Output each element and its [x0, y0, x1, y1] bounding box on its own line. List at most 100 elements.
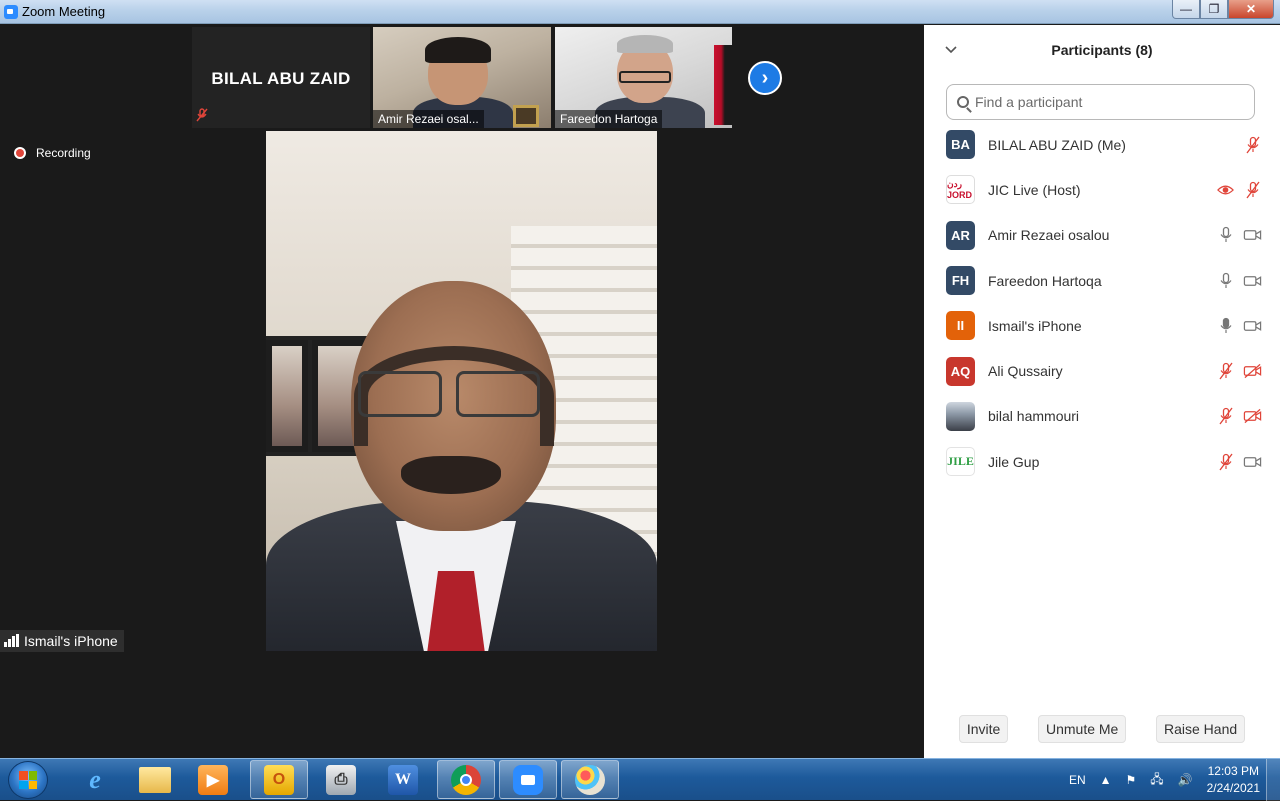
- speaker-mustache: [401, 456, 501, 494]
- unmute-me-button[interactable]: Unmute Me: [1037, 715, 1127, 743]
- raise-hand-button[interactable]: Raise Hand: [1156, 715, 1246, 743]
- participant-avatar: AR: [946, 220, 975, 250]
- thumbnail-name: Amir Rezaei osal...: [373, 110, 484, 128]
- mic-muted-icon: [1216, 452, 1235, 471]
- next-page-button[interactable]: ›: [748, 61, 782, 95]
- show-hidden-icons-icon[interactable]: ▲: [1100, 773, 1112, 787]
- volume-icon[interactable]: 🔊: [1178, 773, 1193, 787]
- invite-button[interactable]: Invite: [958, 715, 1009, 743]
- windows-taskbar: e ▶ O ⎙ W EN ▲ ⚑ 🖧 🔊 12:03 PM 2/24/2021: [0, 758, 1280, 801]
- participant-row[interactable]: bilal hammouri: [924, 394, 1280, 439]
- participant-status-icons: [1216, 271, 1262, 290]
- participant-search[interactable]: [946, 84, 1255, 120]
- thumbnail-amir-rezaei[interactable]: Amir Rezaei osal...: [373, 27, 551, 128]
- recording-indicator[interactable]: Recording: [14, 146, 91, 160]
- window-title: Zoom Meeting: [22, 4, 106, 19]
- participant-status-icons: [1216, 407, 1262, 426]
- participant-row[interactable]: AQ Ali Qussairy: [924, 348, 1280, 393]
- participant-row[interactable]: AR Amir Rezaei osalou: [924, 213, 1280, 258]
- thumbnail-name: Fareedon Hartoga: [555, 110, 663, 128]
- taskbar-file-explorer[interactable]: [126, 760, 184, 799]
- window-titlebar: Zoom Meeting — ❐ ✕: [0, 0, 1280, 24]
- video-camera-icon: [1243, 226, 1262, 245]
- taskbar-chrome[interactable]: [437, 760, 495, 799]
- taskbar-word[interactable]: W: [374, 760, 432, 799]
- mic-muted-icon: [1216, 362, 1235, 381]
- participants-title: Participants (8): [1051, 42, 1153, 58]
- folder-icon: [139, 766, 171, 793]
- thumbnail-name: BILAL ABU ZAID: [211, 69, 351, 88]
- participant-status-icons: [1216, 362, 1262, 381]
- participant-row[interactable]: BA BILAL ABU ZAID (Me): [924, 122, 1280, 167]
- taskbar-zoom[interactable]: [499, 760, 557, 799]
- zoom-app-icon: [4, 5, 18, 19]
- taskbar-fax-printer[interactable]: ⎙: [312, 760, 370, 799]
- participants-footer: Invite Unmute Me Raise Hand: [924, 715, 1280, 743]
- participant-row[interactable]: FH Fareedon Hartoqa: [924, 258, 1280, 303]
- participant-name: Amir Rezaei osalou: [988, 227, 1110, 244]
- minimize-button[interactable]: —: [1172, 0, 1200, 19]
- participant-status-icons: [1216, 180, 1262, 199]
- start-button[interactable]: [8, 761, 48, 799]
- system-tray: EN ▲ ⚑ 🖧 🔊 12:03 PM 2/24/2021: [1069, 759, 1260, 801]
- active-speaker-label: Ismail's iPhone: [0, 630, 124, 652]
- record-icon: [14, 147, 26, 159]
- taskbar-outlook[interactable]: O: [250, 760, 308, 799]
- mic-muted-icon: [1216, 407, 1235, 426]
- network-icon[interactable]: 🖧: [1150, 770, 1163, 791]
- participant-avatar: [946, 401, 975, 431]
- internet-explorer-icon: e: [89, 764, 101, 794]
- participant-name: JIC Live (Host): [988, 181, 1081, 198]
- microphone-icon: [1216, 271, 1235, 290]
- video-camera-icon: [1243, 271, 1262, 290]
- participant-avatar: II: [946, 311, 975, 341]
- participant-status-icons: [1216, 452, 1262, 471]
- participant-avatar: FH: [946, 266, 975, 296]
- maximize-button[interactable]: ❐: [1200, 0, 1228, 19]
- taskbar-paint[interactable]: [561, 760, 619, 799]
- clock[interactable]: 12:03 PM 2/24/2021: [1207, 763, 1260, 797]
- participant-row[interactable]: II Ismail's iPhone: [924, 303, 1280, 348]
- participant-avatar: JILE: [946, 447, 975, 477]
- clock-time: 12:03 PM: [1207, 764, 1259, 778]
- participant-name: Ali Qussairy: [988, 363, 1063, 380]
- video-camera-icon: [1243, 452, 1262, 471]
- thumbnail-bilal-abu-zaid[interactable]: BILAL ABU ZAID: [192, 27, 370, 128]
- printer-icon: ⎙: [326, 764, 356, 795]
- close-button[interactable]: ✕: [1228, 0, 1274, 19]
- active-speaker-name: Ismail's iPhone: [24, 633, 118, 649]
- microphone-icon: [1216, 226, 1235, 245]
- mic-muted-icon: [1243, 180, 1262, 199]
- video-camera-icon: [1243, 316, 1262, 335]
- participant-name: Jile Gup: [988, 453, 1040, 470]
- chrome-icon: [451, 764, 481, 795]
- media-player-icon: ▶: [198, 764, 228, 795]
- taskbar-internet-explorer[interactable]: e: [66, 760, 124, 799]
- participant-name: Ismail's iPhone: [988, 317, 1082, 334]
- mic-muted-icon: [196, 108, 208, 125]
- flag-decor: [714, 45, 732, 125]
- speaker-glasses: [358, 371, 540, 419]
- search-icon: [957, 96, 969, 108]
- video-off-icon: [1243, 407, 1262, 426]
- participant-name: bilal hammouri: [988, 408, 1080, 425]
- participants-header: Participants (8): [924, 25, 1280, 75]
- microphone-icon: [1216, 316, 1235, 335]
- participants-panel: Participants (8) BA BILAL ABU ZAID (Me) رد…: [924, 25, 1280, 758]
- taskbar-media-player[interactable]: ▶: [184, 760, 242, 799]
- language-indicator[interactable]: EN: [1069, 773, 1086, 787]
- signal-strength-icon: [4, 634, 19, 647]
- participant-status-icons: [1216, 226, 1262, 245]
- participant-avatar: ردن JORD: [946, 175, 975, 205]
- action-center-flag-icon[interactable]: ⚑: [1126, 773, 1137, 787]
- participant-row[interactable]: ردن JORD JIC Live (Host): [924, 167, 1280, 212]
- search-input[interactable]: [975, 94, 1245, 110]
- participant-row[interactable]: JILE Jile Gup: [924, 439, 1280, 484]
- participant-list: BA BILAL ABU ZAID (Me) ردن JORD JIC Live (H…: [924, 122, 1280, 484]
- meeting-video-area: BILAL ABU ZAID Amir Rezaei osal... Faree…: [0, 25, 924, 758]
- recording-label: Recording: [36, 146, 91, 160]
- window-controls: — ❐ ✕: [1172, 0, 1274, 19]
- participant-status-icons: [1216, 316, 1262, 335]
- show-desktop-button[interactable]: [1266, 759, 1280, 801]
- thumbnail-fareedon-hartoga[interactable]: Fareedon Hartoga: [555, 27, 732, 128]
